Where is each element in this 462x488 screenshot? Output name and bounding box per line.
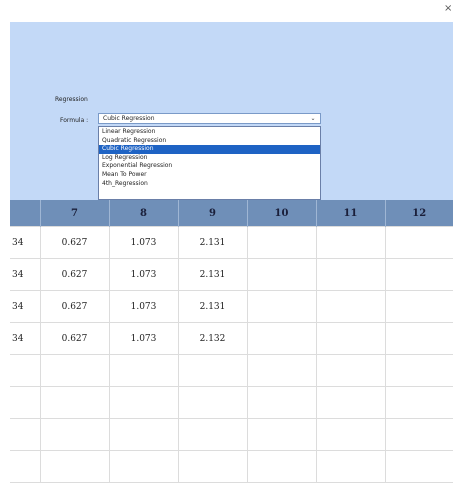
grid-cell[interactable] [246,290,317,323]
grid-cell[interactable] [384,418,453,451]
grid-cell[interactable] [246,226,317,259]
grid-cell[interactable] [39,354,110,387]
grid-cell[interactable] [246,418,317,451]
grid-cell[interactable] [384,322,453,355]
data-grid: 7 8 9 10 11 12 34 0.627 1.073 2.131 34 0… [10,200,453,483]
formula-combobox[interactable]: Cubic Regression ⌄ [98,113,321,124]
grid-cell[interactable] [177,354,248,387]
grid-cell[interactable]: 2.131 [177,290,248,323]
grid-cell[interactable] [384,450,453,483]
grid-cell[interactable]: 34 [10,258,41,291]
table-row [10,354,453,387]
grid-cell[interactable] [108,418,179,451]
table-row [10,386,453,419]
formula-combobox-value: Cubic Regression [103,115,155,122]
formula-label: Formula : [60,117,89,124]
grid-cell[interactable]: 0.627 [39,226,110,259]
grid-cell[interactable]: 0.627 [39,290,110,323]
grid-cell[interactable] [384,354,453,387]
grid-cell[interactable] [384,386,453,419]
option-cubic-regression[interactable]: Cubic Regression [99,145,320,154]
formula-dropdown-list: Linear Regression Quadratic Regression C… [98,126,321,200]
grid-cell[interactable] [246,322,317,355]
grid-cell[interactable] [315,450,386,483]
grid-cell[interactable] [315,354,386,387]
grid-cell[interactable] [384,226,453,259]
grid-cell[interactable]: 0.627 [39,322,110,355]
grid-cell[interactable] [39,450,110,483]
grid-cell[interactable] [108,450,179,483]
column-header[interactable]: 11 [315,200,385,227]
grid-cell[interactable] [10,354,41,387]
grid-cell[interactable] [315,258,386,291]
grid-cell[interactable] [315,322,386,355]
grid-cell[interactable] [177,418,248,451]
grid-cell[interactable]: 2.131 [177,226,248,259]
grid-cell[interactable] [10,418,41,451]
grid-header-row: 7 8 9 10 11 12 [10,200,453,227]
grid-cell[interactable]: 2.131 [177,258,248,291]
grid-cell[interactable] [177,386,248,419]
option-4th-regression[interactable]: 4th_Regression [99,180,320,189]
column-header[interactable]: 8 [108,200,178,227]
table-row: 34 0.627 1.073 2.131 [10,258,453,291]
grid-cell[interactable] [315,290,386,323]
grid-cell[interactable] [177,450,248,483]
grid-cell[interactable] [246,386,317,419]
table-row: 34 0.627 1.073 2.131 [10,290,453,323]
option-exponential-regression[interactable]: Exponential Regression [99,162,320,171]
column-header[interactable]: 10 [246,200,316,227]
regression-label: Regression [55,96,88,103]
grid-cell[interactable] [246,258,317,291]
grid-cell[interactable] [384,258,453,291]
column-header[interactable]: 7 [39,200,109,227]
grid-cell[interactable] [246,354,317,387]
option-log-regression[interactable]: Log Regression [99,154,320,163]
grid-cell[interactable] [315,226,386,259]
column-header[interactable]: 9 [177,200,247,227]
grid-cell[interactable]: 1.073 [108,226,179,259]
grid-cell[interactable] [246,450,317,483]
grid-cell[interactable] [108,354,179,387]
option-quadratic-regression[interactable]: Quadratic Regression [99,137,320,146]
close-icon[interactable]: × [444,4,454,14]
grid-cell[interactable]: 1.073 [108,258,179,291]
grid-cell[interactable] [39,386,110,419]
grid-cell[interactable] [315,386,386,419]
table-row [10,418,453,451]
chevron-down-icon[interactable]: ⌄ [308,114,318,123]
grid-cell[interactable] [39,418,110,451]
grid-cell[interactable] [384,290,453,323]
column-header[interactable]: 12 [384,200,453,227]
option-mean-to-power[interactable]: Mean To Power [99,171,320,180]
grid-cell[interactable]: 34 [10,322,41,355]
column-header[interactable] [10,200,40,227]
grid-cell[interactable]: 1.073 [108,290,179,323]
grid-cell[interactable]: 34 [10,226,41,259]
table-row: 34 0.627 1.073 2.132 [10,322,453,355]
option-linear-regression[interactable]: Linear Regression [99,128,320,137]
grid-cell[interactable]: 0.627 [39,258,110,291]
grid-cell[interactable]: 34 [10,290,41,323]
table-row: 34 0.627 1.073 2.131 [10,226,453,259]
grid-cell[interactable] [315,418,386,451]
grid-cell[interactable]: 2.132 [177,322,248,355]
grid-cell[interactable] [10,450,41,483]
table-row [10,450,453,483]
grid-cell[interactable] [10,386,41,419]
grid-cell[interactable] [108,386,179,419]
grid-cell[interactable]: 1.073 [108,322,179,355]
